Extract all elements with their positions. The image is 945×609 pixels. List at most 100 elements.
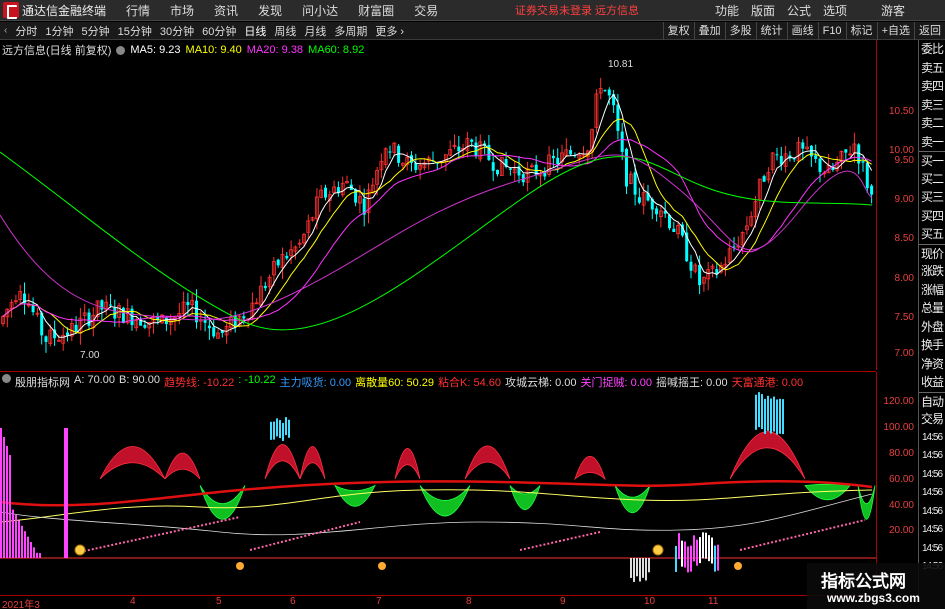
date-tick: 7: [376, 596, 382, 607]
period-1min[interactable]: 1分钟: [41, 23, 77, 39]
period-timeshare[interactable]: 分时: [11, 23, 41, 39]
menu-function[interactable]: 功能: [709, 2, 745, 19]
menu-wealth[interactable]: 财富圈: [348, 2, 404, 19]
indicator-bottom-bar: [690, 545, 692, 572]
indicator-cyan-bar: [779, 398, 781, 434]
candle-body: [556, 157, 560, 164]
candle-body: [801, 142, 805, 149]
indicator-bottom-bar: [639, 558, 641, 582]
indicator-red-band: [394, 448, 421, 480]
tick-time: 14:56: [921, 431, 943, 443]
period-30min[interactable]: 30分钟: [156, 23, 198, 39]
indicator-red-band: [574, 456, 606, 481]
indicator-item: 趋势线: -10.22: [163, 377, 235, 389]
indicator-spike-bar: [24, 531, 26, 558]
high-price-label: 10.81: [608, 59, 634, 70]
indicator-spike-bar: [21, 525, 23, 558]
watermark-title: 指标公式网: [821, 572, 906, 591]
indicator-cyan-bar: [770, 398, 772, 434]
tool-mark[interactable]: 标记: [845, 22, 877, 40]
tool-adjust[interactable]: 复权: [662, 22, 694, 40]
period-weekly[interactable]: 周线: [270, 23, 300, 39]
candle-body: [324, 187, 327, 198]
menu-formula[interactable]: 公式: [781, 2, 817, 19]
tool-back[interactable]: 返回: [914, 22, 945, 40]
pointing-hand-icon: [236, 562, 244, 570]
indicator-tick: 60.00: [888, 474, 914, 485]
indicator-settings-icon[interactable]: [2, 374, 11, 383]
login-notice[interactable]: 证券交易未登录 远方信息: [515, 2, 639, 18]
price-tick: 8.50: [894, 233, 914, 244]
indicator-red-band: [164, 452, 201, 480]
date-tick: 5: [216, 596, 222, 607]
period-monthly[interactable]: 月线: [300, 23, 330, 39]
candlestick-chart[interactable]: [0, 40, 876, 370]
indicator-item: B: 90.00: [118, 374, 160, 386]
menu-trade[interactable]: 交易: [404, 2, 448, 19]
tool-stats[interactable]: 统计: [755, 22, 787, 40]
menu-layout[interactable]: 版面: [745, 2, 781, 19]
indicator-item: A: 70.00: [74, 374, 115, 386]
indicator-spike-bar: [12, 509, 14, 558]
menu-news[interactable]: 资讯: [204, 2, 248, 19]
app-logo-icon: [3, 2, 19, 19]
indicator-chart[interactable]: [0, 372, 876, 594]
period-15min[interactable]: 15分钟: [114, 23, 156, 39]
date-tick: 4: [130, 596, 136, 607]
period-5min[interactable]: 5分钟: [77, 23, 113, 39]
menu-options[interactable]: 选项: [817, 2, 853, 19]
indicator-red-band: [729, 431, 806, 480]
side-label: 收益: [920, 375, 944, 389]
candle-body: [655, 208, 659, 215]
settings-circle-icon[interactable]: [116, 45, 126, 55]
candle-body: [672, 228, 676, 233]
period-daily[interactable]: 日线: [240, 23, 270, 39]
tool-multistock[interactable]: 多股: [724, 22, 756, 40]
indicator-spike-bar: [39, 553, 41, 558]
candle-body: [861, 161, 865, 163]
indicator-item: 关门捉贼: 0.00: [580, 377, 653, 389]
menu-market-quotes[interactable]: 行情: [116, 2, 160, 19]
price-tick: 7.50: [894, 312, 914, 323]
price-tick: 8.00: [894, 273, 914, 284]
low-price-label: 7.00: [80, 350, 100, 361]
app-title: 通达信金融终端: [22, 3, 107, 18]
candle-body: [844, 149, 848, 153]
candle-body: [457, 146, 461, 152]
indicator-cyan-bar: [270, 421, 272, 440]
period-multi[interactable]: 多周期: [330, 23, 371, 39]
tool-overlay[interactable]: 叠加: [693, 22, 725, 40]
collapse-arrow-icon[interactable]: ‹: [0, 25, 11, 36]
indicator-bottom-bar: [699, 537, 701, 564]
side-label: 现价: [919, 243, 945, 263]
period-more[interactable]: 更多 ›: [371, 23, 408, 39]
candle-body: [637, 197, 641, 203]
indicator-spike-bar: [18, 520, 20, 558]
indicator-bottom-bar: [717, 544, 719, 571]
trade-button[interactable]: 交易: [919, 410, 945, 429]
indicator-tick: 20.00: [888, 525, 914, 536]
watermark: 指标公式网 www.zbgs3.com: [807, 563, 945, 609]
menu-discover[interactable]: 发现: [248, 2, 292, 19]
period-60min[interactable]: 60分钟: [198, 23, 240, 39]
tool-draw[interactable]: 画线: [786, 22, 818, 40]
side-label: 卖五: [920, 60, 944, 75]
auto-trade-toggle[interactable]: 自动: [919, 391, 945, 411]
tool-f10[interactable]: F10: [817, 22, 846, 40]
indicator-bottom-bar: [708, 535, 710, 562]
candle-body: [242, 316, 246, 319]
user-label[interactable]: 游客: [881, 2, 905, 19]
tool-add-watchlist[interactable]: +自选: [876, 22, 914, 40]
menu-ask[interactable]: 问小达: [292, 2, 348, 19]
indicator-diagonal-line: [249, 521, 361, 551]
indicator-cyan-bar: [276, 418, 278, 437]
side-label: 买五: [920, 227, 944, 241]
indicator-bottom-bar: [675, 545, 677, 572]
indicator-red-band: [299, 446, 326, 480]
indicator-cyan-bar: [273, 421, 275, 440]
side-label: 卖二: [920, 116, 944, 130]
price-tick: 7.00: [894, 348, 914, 359]
date-tick: 6: [290, 596, 296, 607]
menu-market[interactable]: 市场: [160, 2, 204, 19]
price-axis: 10.50 10.00 9.50 9.00 8.50 8.00 7.50 7.0…: [876, 40, 918, 370]
